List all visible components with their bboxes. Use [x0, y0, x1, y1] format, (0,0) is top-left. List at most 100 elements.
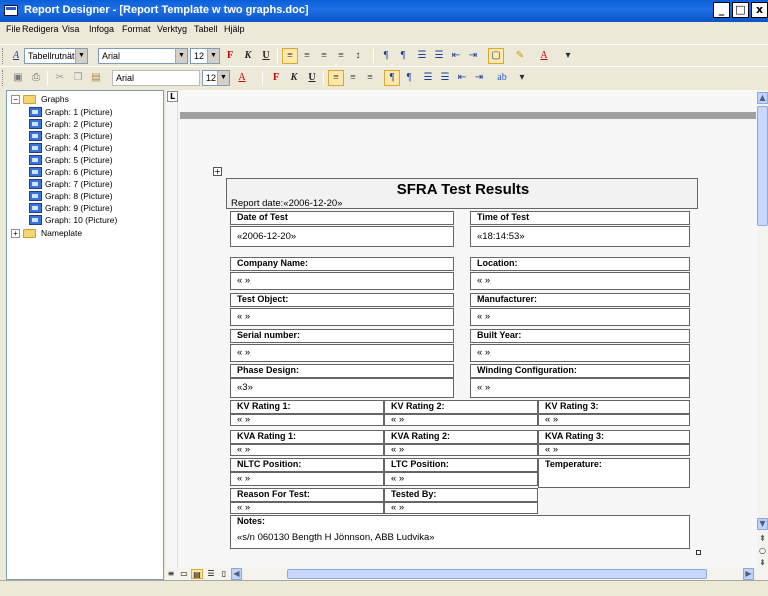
- underline-button[interactable]: U: [258, 48, 274, 64]
- align-left-icon[interactable]: ≡: [328, 70, 344, 86]
- copy-icon[interactable]: ❐: [70, 70, 86, 86]
- ltr-icon[interactable]: ¶: [378, 48, 394, 64]
- font-color-icon[interactable]: A: [234, 70, 250, 86]
- phase-design-value[interactable]: «3»: [230, 378, 454, 398]
- winding-configuration-value[interactable]: « »: [470, 378, 690, 398]
- expand-icon[interactable]: +: [11, 229, 20, 238]
- menu-file[interactable]: File: [6, 24, 21, 34]
- tree-item-graph[interactable]: Graph: 4 (Picture): [45, 142, 113, 154]
- minimize-button[interactable]: _: [713, 2, 730, 18]
- close-button[interactable]: x: [751, 2, 768, 18]
- rtl-icon[interactable]: ¶: [395, 48, 411, 64]
- kva-rating-3-value[interactable]: « »: [538, 444, 690, 456]
- kva-rating-1-value[interactable]: « »: [230, 444, 384, 456]
- ltc-position-value[interactable]: « »: [384, 472, 538, 486]
- tree-item-graph[interactable]: Graph: 6 (Picture): [45, 166, 113, 178]
- font-combo[interactable]: Arial ▼: [98, 48, 188, 64]
- justify-icon[interactable]: ≡: [333, 48, 349, 64]
- align-center-icon[interactable]: ≡: [345, 70, 361, 86]
- scroll-left-icon[interactable]: ◀: [231, 568, 242, 580]
- toolbar-options-icon[interactable]: ▾: [560, 48, 576, 64]
- kv-rating-2-value[interactable]: « »: [384, 414, 538, 426]
- increase-indent-icon[interactable]: ⇥: [465, 48, 481, 64]
- date-of-test-value[interactable]: «2006-12-20»: [230, 226, 454, 247]
- font-size-combo-2[interactable]: 12 ▼: [202, 70, 230, 86]
- table-resize-handle[interactable]: [696, 550, 701, 555]
- tree-item-graph[interactable]: Graph: 2 (Picture): [45, 118, 113, 130]
- numbering-icon[interactable]: ☰: [414, 48, 430, 64]
- tree-item-graph[interactable]: Graph: 7 (Picture): [45, 178, 113, 190]
- tree-item-graph[interactable]: Graph: 3 (Picture): [45, 130, 113, 142]
- test-object-value[interactable]: « »: [230, 308, 454, 326]
- tree-item-graph[interactable]: Graph: 5 (Picture): [45, 154, 113, 166]
- styles-icon[interactable]: A: [8, 48, 24, 64]
- toolbar-options-icon[interactable]: ▾: [514, 70, 530, 86]
- nltc-position-value[interactable]: « »: [230, 472, 384, 486]
- font-combo-2[interactable]: Arial: [112, 70, 200, 86]
- tree-item-graph[interactable]: Graph: 8 (Picture): [45, 190, 113, 202]
- browse-object-icon[interactable]: ○: [757, 546, 768, 558]
- text-direction-icon[interactable]: ab: [494, 70, 510, 86]
- highlight-icon[interactable]: ✎: [512, 48, 528, 64]
- manufacturer-value[interactable]: « »: [470, 308, 690, 326]
- reading-view-icon[interactable]: ▯: [218, 569, 230, 579]
- line-spacing-icon[interactable]: ↕: [350, 48, 366, 64]
- tree-item-graph[interactable]: Graph: 10 (Picture): [45, 214, 117, 226]
- vertical-scrollbar[interactable]: ▲ ▼ ⇞ ○ ⇟: [757, 90, 768, 578]
- notes-value[interactable]: «s/n 060130 Bength H Jönnson, ABB Ludvik…: [230, 529, 690, 549]
- font-color-icon[interactable]: A: [536, 48, 552, 64]
- toolbar-grip[interactable]: [2, 70, 5, 86]
- tested-by-value[interactable]: « »: [384, 502, 538, 514]
- bold-button[interactable]: F: [222, 48, 238, 64]
- align-right-icon[interactable]: ≡: [362, 70, 378, 86]
- menu-verktyg[interactable]: Verktyg: [157, 24, 187, 34]
- bullets-icon[interactable]: ☰: [437, 70, 453, 86]
- scroll-down-icon[interactable]: ▼: [757, 518, 768, 530]
- menu-tabell[interactable]: Tabell: [194, 24, 218, 34]
- serial-number-value[interactable]: « »: [230, 344, 454, 362]
- toolbar-grip[interactable]: [2, 48, 5, 64]
- menu-redigera[interactable]: Redigera: [22, 24, 59, 34]
- time-of-test-value[interactable]: «18:14:53»: [470, 226, 690, 247]
- font-size-combo[interactable]: 12 ▼: [190, 48, 220, 64]
- kv-rating-1-value[interactable]: « »: [230, 414, 384, 426]
- italic-button[interactable]: K: [240, 48, 256, 64]
- normal-view-icon[interactable]: ≡: [165, 569, 177, 579]
- rtl-icon[interactable]: ¶: [401, 70, 417, 86]
- web-view-icon[interactable]: ▭: [178, 569, 190, 579]
- style-combo[interactable]: Tabellrutnät ▼: [24, 48, 88, 64]
- maximize-button[interactable]: □: [732, 2, 749, 18]
- decrease-indent-icon[interactable]: ⇤: [454, 70, 470, 86]
- menu-format[interactable]: Format: [122, 24, 151, 34]
- scroll-up-icon[interactable]: ▲: [757, 92, 768, 104]
- tree-item-nameplate[interactable]: Nameplate: [41, 227, 82, 239]
- ltr-icon[interactable]: ¶: [384, 70, 400, 86]
- built-year-value[interactable]: « »: [470, 344, 690, 362]
- menu-hjalp[interactable]: Hjälp: [224, 24, 245, 34]
- print-icon[interactable]: ⎙: [28, 70, 44, 86]
- collapse-icon[interactable]: −: [11, 95, 20, 104]
- bullets-icon[interactable]: ☰: [431, 48, 447, 64]
- paste-icon[interactable]: ▤: [88, 70, 104, 86]
- menu-infoga[interactable]: Infoga: [89, 24, 114, 34]
- kv-rating-3-value[interactable]: « »: [538, 414, 690, 426]
- table-move-handle[interactable]: +: [213, 167, 222, 176]
- horizontal-scroll-thumb[interactable]: [287, 569, 707, 579]
- italic-button-2[interactable]: K: [286, 70, 302, 86]
- tab-stop-selector[interactable]: L: [167, 91, 178, 102]
- previous-page-icon[interactable]: ⇞: [757, 534, 768, 546]
- company-name-value[interactable]: « »: [230, 272, 454, 290]
- scroll-thumb[interactable]: [757, 106, 768, 226]
- menu-visa[interactable]: Visa: [62, 24, 79, 34]
- increase-indent-icon[interactable]: ⇥: [471, 70, 487, 86]
- reason-for-test-value[interactable]: « »: [230, 502, 384, 514]
- save-icon[interactable]: ▣: [10, 70, 26, 86]
- decrease-indent-icon[interactable]: ⇤: [448, 48, 464, 64]
- outline-view-icon[interactable]: ☰: [205, 569, 217, 579]
- print-layout-view-icon[interactable]: ▤: [191, 569, 203, 579]
- tree-root-graphs[interactable]: Graphs: [41, 93, 69, 105]
- cut-icon[interactable]: ✂: [52, 70, 68, 86]
- bold-button-2[interactable]: F: [268, 70, 284, 86]
- numbering-icon[interactable]: ☰: [420, 70, 436, 86]
- align-right-icon[interactable]: ≡: [316, 48, 332, 64]
